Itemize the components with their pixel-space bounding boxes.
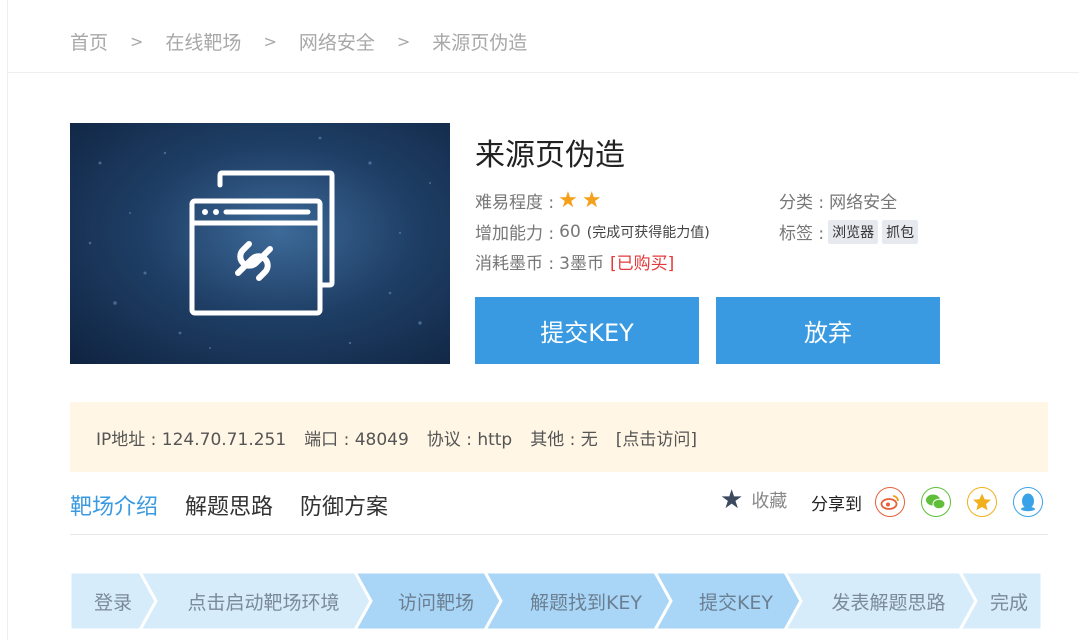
target-info-box: IP地址 : 124.70.71.251 端口 : 48049 协议 : htt… — [70, 402, 1048, 472]
weibo-icon[interactable] — [875, 487, 905, 517]
other-info: 其他 : 无 — [530, 429, 598, 450]
submit-key-button[interactable]: 提交KEY — [475, 297, 699, 364]
tags-row: 标签 : 浏览器 抓包 — [779, 219, 919, 244]
category-label: 分类 : — [779, 193, 825, 213]
step-label: 完成 — [989, 591, 1028, 614]
ability-value: 60 — [559, 221, 581, 242]
purchased-badge: [已购买] — [609, 254, 675, 274]
breadcrumb-home[interactable]: 首页 — [70, 28, 108, 55]
breadcrumb-separator: > — [263, 31, 277, 51]
difficulty-stars: ★ ★ — [554, 187, 602, 213]
step-label: 发表解题思路 — [831, 591, 946, 614]
breadcrumb-current: 来源页伪造 — [432, 31, 528, 54]
category-row: 分类 : 网络安全 — [779, 188, 897, 213]
qzone-icon[interactable] — [967, 487, 997, 517]
give-up-button[interactable]: 放弃 — [716, 297, 940, 364]
tags-label: 标签 : — [779, 224, 825, 244]
step-label: 访问靶场 — [397, 591, 474, 614]
share-label: 分享到 — [811, 495, 862, 515]
left-border — [7, 0, 8, 640]
breadcrumb-separator: > — [396, 31, 411, 51]
qq-icon[interactable] — [1013, 487, 1043, 517]
visit-link[interactable]: [点击访问] — [616, 425, 697, 450]
tab-solution[interactable]: 解题思路 — [185, 489, 273, 521]
protocol: 协议 : http — [426, 429, 513, 450]
difficulty-star-icon: ★ — [581, 187, 602, 213]
star-icon: ★ — [720, 485, 744, 515]
tab-intro[interactable]: 靶场介绍 — [70, 489, 158, 521]
step-label: 点击启动靶场环境 — [187, 591, 340, 614]
breadcrumb-divider — [8, 72, 1079, 73]
breadcrumb-separator: > — [130, 31, 144, 51]
challenge-cover-image — [70, 123, 450, 364]
tabs-divider — [70, 534, 1048, 535]
cost-row: 消耗墨币 : 3墨币 [已购买] — [475, 249, 674, 274]
step-label: 提交KEY — [698, 591, 774, 614]
tag-browser[interactable]: 浏览器 — [828, 219, 879, 244]
tag-capture[interactable]: 抓包 — [882, 219, 919, 244]
difficulty-label: 难易程度 : — [475, 193, 555, 213]
category-value[interactable]: 网络安全 — [829, 188, 897, 213]
favorite-label: 收藏 — [751, 491, 788, 512]
favorite-button[interactable]: ★ 收藏 — [720, 487, 787, 513]
port: 端口 : 48049 — [304, 429, 409, 450]
difficulty-star-icon: ★ — [558, 187, 578, 213]
difficulty-row: 难易程度 : ★ ★ — [475, 188, 602, 213]
cost-label: 消耗墨币 : — [475, 254, 555, 274]
ability-note: (完成可获得能力值) — [586, 224, 710, 241]
step-label: 登录 — [93, 591, 132, 614]
cost-value: 3墨币 — [559, 254, 604, 274]
progress-steps: 登录 点击启动靶场环境 访问靶场 解题找到KEY 提交KEY 发表解题思路 完成 — [70, 572, 1042, 630]
ability-label: 增加能力 : — [475, 224, 555, 244]
breadcrumb: 首页 > 在线靶场 > 网络安全 > 来源页伪造 — [70, 27, 527, 55]
breadcrumb-online-range[interactable]: 在线靶场 — [165, 28, 241, 55]
breadcrumb-network-security[interactable]: 网络安全 — [299, 28, 375, 55]
ip-address: IP地址 : 124.70.71.251 — [96, 429, 287, 450]
step-label: 解题找到KEY — [529, 591, 643, 614]
tab-defense[interactable]: 防御方案 — [300, 489, 388, 521]
ability-row: 增加能力 : 60 (完成可获得能力值) — [475, 219, 710, 245]
challenge-title: 来源页伪造 — [475, 138, 625, 173]
wechat-icon[interactable] — [921, 487, 951, 517]
